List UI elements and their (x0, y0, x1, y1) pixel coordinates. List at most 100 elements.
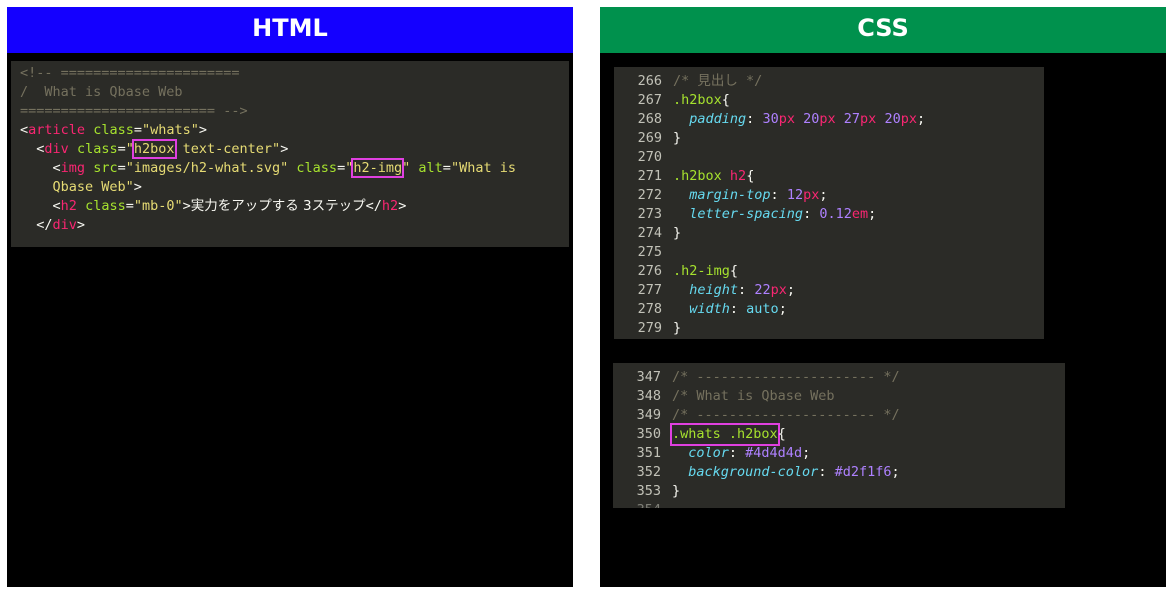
code-comment: /* ---------------------- */ (672, 369, 900, 385)
code-number: 30 (762, 111, 779, 127)
code-punct: : (770, 187, 787, 203)
css-code-line: 351 color: #4d4d4d; (613, 444, 1065, 463)
html-code-line: ======================== --> (20, 102, 569, 121)
code-punct: : (818, 464, 835, 480)
code-number: 27 (843, 111, 861, 127)
code-number: 20 (884, 111, 901, 127)
css-code-line: 272 margin-top: 12 px; (614, 186, 1044, 205)
css-code-line: 266 /* 見出し */ (614, 72, 1044, 91)
code-selector: .h2box (673, 168, 722, 184)
code-unit: px (819, 111, 836, 127)
line-number: 352 (636, 464, 661, 480)
code-property: letter-spacing (689, 206, 804, 222)
line-number: 353 (636, 483, 661, 499)
code-comment: /* What is Qbase Web (672, 388, 835, 404)
code-punct: > (198, 122, 208, 138)
line-number: 270 (637, 149, 662, 165)
css-code-line: 269} (614, 129, 1044, 148)
css-code-line: 276 .h2-img{ (614, 262, 1044, 281)
code-punct: : (746, 111, 763, 127)
code-punct: } (672, 483, 681, 499)
code-punct: ; (778, 301, 787, 317)
code-string: "mb-0" (133, 198, 183, 214)
css-code-block-2: 347 /* ---------------------- */ 348 /* Wh… (613, 363, 1065, 508)
code-property: padding (689, 111, 747, 127)
code-punct: ; (916, 111, 926, 127)
line-number: 272 (637, 187, 662, 203)
line-number: 275 (637, 244, 662, 260)
html-code-line: / What is Qbase Web (20, 83, 569, 102)
code-punct: > (280, 141, 289, 157)
line-number: 268 (637, 111, 662, 127)
css-code-line: 274} (614, 224, 1044, 243)
h2-img-highlight: h2-img (351, 158, 405, 178)
code-value: #d2f1f6 (834, 464, 892, 480)
css-code-line: 350 .whats .h2box{ (613, 423, 1065, 446)
code-punct: : (728, 445, 746, 461)
code-property: margin-top (689, 187, 771, 203)
code-tag: h2 (729, 168, 747, 184)
code-comment: ======================== --> (20, 103, 248, 119)
code-string: " (125, 141, 134, 157)
css-code-line: 348 /* What is Qbase Web (613, 387, 1065, 406)
code-comment: / What is Qbase Web (20, 84, 183, 100)
code-selector: .h2-img (673, 263, 730, 279)
code-comment: <!-- ====================== (20, 65, 240, 81)
code-comment: /* ---------------------- */ (672, 407, 900, 423)
css-code-line: 279} (614, 319, 1044, 338)
code-string: Qbase Web" (52, 179, 134, 195)
code-punct: = (125, 198, 134, 214)
code-number: 22 (754, 282, 771, 298)
css-code-line: 273 letter-spacing: 0.12 em; (614, 205, 1044, 224)
code-comment: /* 見出し */ (673, 73, 763, 89)
css-panel: CSS 266/* 見出し */ 267 .h2box{ 268 padding:… (600, 7, 1166, 587)
css-code-line: 268 padding: 30 px 20 px 27 px 20 px; (614, 110, 1044, 129)
line-number: 348 (636, 388, 661, 404)
code-number: 20 (803, 111, 820, 127)
code-punct: : (738, 282, 755, 298)
code-punct: = (117, 141, 126, 157)
line-number: 350 (636, 426, 661, 442)
css-code-line: 353} (613, 482, 1065, 501)
line-number: 278 (637, 301, 662, 317)
code-string: text-center" (182, 141, 281, 157)
code-punct: ; (802, 445, 811, 461)
code-punct: > (398, 198, 407, 214)
code-punct: = (133, 122, 142, 138)
code-punct: ; (891, 464, 900, 480)
line-number: 351 (636, 445, 661, 461)
css-code-block-1: 266/* 見出し */ 267 .h2box{ 268 padding: 30 p… (614, 67, 1044, 339)
code-punct: ; (819, 187, 828, 203)
whats-h2box-highlight: .whats .h2box (670, 423, 780, 446)
code-unit: px (803, 187, 820, 203)
code-unit: px (860, 111, 877, 127)
css-code-line: 267 .h2box{ (614, 91, 1044, 110)
html-panel-header: HTML (7, 7, 573, 53)
code-tag: article (28, 122, 86, 138)
html-code-line: Qbase Web"> (20, 178, 569, 197)
css-code-line: 349 /* ---------------------- */ (613, 406, 1065, 425)
code-attr: class (93, 122, 134, 138)
code-string: "images/h2-what.svg" (125, 160, 289, 176)
code-punct: { (729, 263, 739, 279)
code-tag: h2 (60, 198, 77, 214)
code-punct: = (337, 160, 346, 176)
code-punct: { (777, 426, 786, 442)
code-property: width (689, 301, 730, 317)
code-unit: px (778, 111, 795, 127)
html-code-line: <img src="images/h2-what.svg" class="h2-… (20, 158, 569, 178)
code-punct: : (729, 301, 747, 317)
line-number: 266 (637, 73, 662, 89)
code-attr: src (93, 160, 118, 176)
code-punct: } (673, 320, 682, 336)
